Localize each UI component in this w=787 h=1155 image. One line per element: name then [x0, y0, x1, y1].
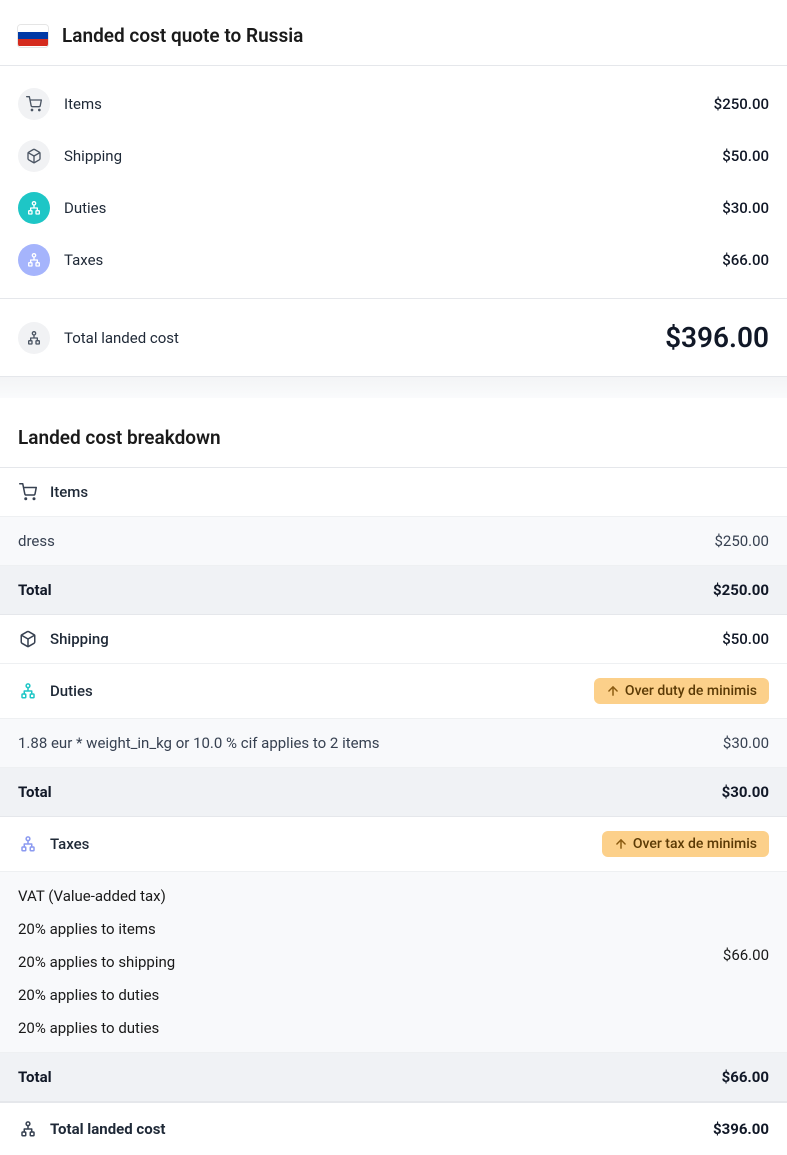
breakdown-taxes-details: VAT (Value-added tax) 20% applies to ite… [0, 872, 787, 1053]
total-label: Total [18, 783, 52, 801]
breakdown-section-label: Items [50, 483, 769, 501]
section-separator [0, 376, 787, 398]
hierarchy-icon [18, 834, 38, 854]
breakdown-item-line: dress $250.00 [0, 517, 787, 566]
breakdown-duties-line: 1.88 eur * weight_in_kg or 10.0 % cif ap… [0, 719, 787, 768]
badge-text: Over duty de minimis [625, 683, 757, 699]
hierarchy-icon [18, 322, 50, 354]
line-label: 1.88 eur * weight_in_kg or 10.0 % cif ap… [18, 734, 723, 752]
total-amount: $66.00 [722, 1068, 769, 1086]
summary-label: Taxes [64, 251, 722, 269]
summary-amount: $30.00 [722, 199, 769, 217]
tax-detail-line: 20% applies to items [18, 920, 175, 938]
breakdown-section-label: Taxes [50, 835, 602, 853]
tax-detail-line: 20% applies to duties [18, 986, 175, 1004]
line-amount: $30.00 [723, 734, 769, 752]
breakdown-items-total: Total $250.00 [0, 566, 787, 615]
breakdown-section-label: Duties [50, 682, 594, 700]
hierarchy-icon [18, 681, 38, 701]
cart-icon [18, 88, 50, 120]
summary-label: Shipping [64, 147, 722, 165]
breakdown-duties-header: Duties Over duty de minimis [0, 664, 787, 719]
box-icon [18, 629, 38, 649]
summary-row-taxes: Taxes $66.00 [0, 234, 787, 286]
total-amount: $396.00 [665, 321, 769, 354]
hierarchy-icon [18, 244, 50, 276]
summary-row-duties: Duties $30.00 [0, 182, 787, 234]
breakdown-grand-total: Total landed cost $396.00 [0, 1102, 787, 1155]
tax-amount: $66.00 [723, 946, 769, 964]
total-label: Total [18, 1068, 52, 1086]
breakdown-taxes-total: Total $66.00 [0, 1053, 787, 1102]
breakdown-items-header: Items [0, 468, 787, 517]
quote-header: Landed cost quote to Russia [0, 0, 787, 66]
grand-total-amount: $396.00 [713, 1120, 769, 1138]
country-flag-russia [18, 25, 48, 47]
cart-icon [18, 482, 38, 502]
summary-amount: $250.00 [714, 95, 769, 113]
summary-row-shipping: Shipping $50.00 [0, 130, 787, 182]
summary-amount: $66.00 [722, 251, 769, 269]
total-label: Total [18, 581, 52, 599]
tax-subtitle: VAT (Value-added tax) [18, 887, 175, 905]
badge-text: Over tax de minimis [633, 836, 757, 852]
breakdown-section-label: Shipping [50, 630, 722, 648]
over-tax-de-minimis-badge: Over tax de minimis [602, 831, 769, 857]
line-amount: $250.00 [714, 532, 769, 550]
tax-detail-line: 20% applies to duties [18, 1019, 175, 1037]
summary-section: Items $250.00 Shipping $50.00 Duties $30… [0, 66, 787, 376]
summary-label: Items [64, 95, 714, 113]
over-duty-de-minimis-badge: Over duty de minimis [594, 678, 769, 704]
grand-total-label: Total landed cost [50, 1120, 713, 1138]
breakdown-taxes-header: Taxes Over tax de minimis [0, 817, 787, 872]
breakdown-shipping-header: Shipping $50.00 [0, 615, 787, 664]
summary-label: Duties [64, 199, 722, 217]
arrow-up-icon [606, 684, 620, 698]
total-label: Total landed cost [64, 329, 665, 347]
hierarchy-icon [18, 1119, 38, 1139]
summary-amount: $50.00 [722, 147, 769, 165]
page-title: Landed cost quote to Russia [62, 24, 303, 47]
box-icon [18, 140, 50, 172]
tax-detail-line: 20% applies to shipping [18, 953, 175, 971]
arrow-up-icon [614, 837, 628, 851]
total-amount: $30.00 [722, 783, 769, 801]
hierarchy-icon [18, 192, 50, 224]
total-amount: $250.00 [713, 581, 769, 599]
breakdown-title: Landed cost breakdown [0, 398, 787, 468]
line-label: dress [18, 532, 714, 550]
breakdown-shipping-amount: $50.00 [722, 630, 769, 648]
breakdown-duties-total: Total $30.00 [0, 768, 787, 817]
summary-row-items: Items $250.00 [0, 66, 787, 130]
summary-total-row: Total landed cost $396.00 [0, 298, 787, 376]
